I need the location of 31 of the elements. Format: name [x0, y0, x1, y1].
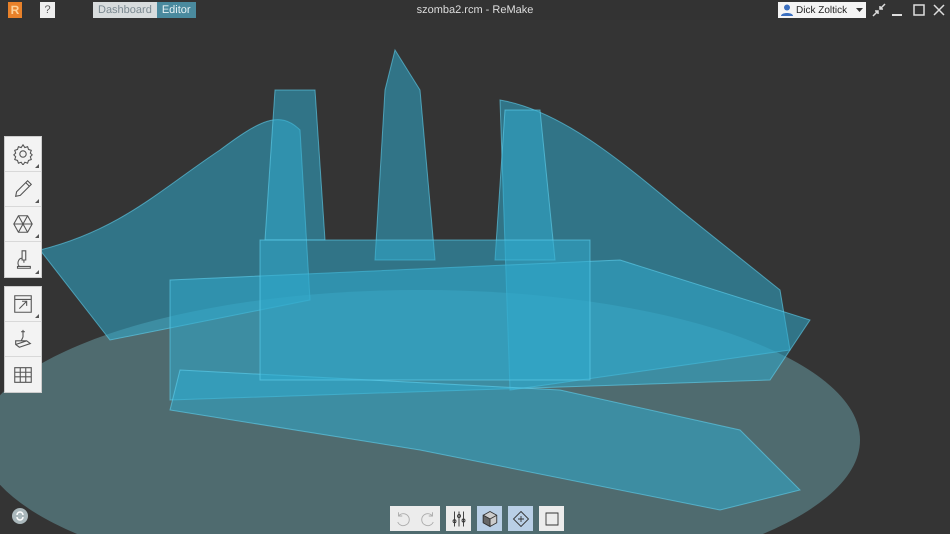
sliders-icon: [450, 510, 468, 528]
user-icon: [781, 4, 793, 16]
hexagon-icon: [12, 213, 34, 235]
cube-icon: [480, 510, 498, 528]
sync-icon[interactable]: [12, 508, 28, 524]
redo-icon: [418, 510, 436, 528]
user-name: Dick Zoltick: [796, 4, 848, 16]
square-icon: [542, 510, 560, 528]
user-dropdown[interactable]: Dick Zoltick: [778, 2, 866, 18]
restore-icon: [872, 3, 886, 17]
close-button[interactable]: [932, 3, 946, 17]
maximize-icon: [912, 3, 926, 17]
restore-button[interactable]: [872, 3, 886, 17]
gear-icon: [12, 143, 34, 165]
caret-icon: [856, 8, 863, 12]
pencil-icon: [12, 178, 34, 200]
sliders-tool[interactable]: [446, 506, 471, 531]
crop-tool[interactable]: [539, 506, 564, 531]
window-title: szomba2.rcm - ReMake: [416, 4, 534, 16]
cube-tool[interactable]: [477, 506, 502, 531]
app-logo[interactable]: R: [8, 2, 22, 18]
help-button[interactable]: ?: [40, 2, 55, 18]
minimize-icon: [892, 14, 902, 16]
tab[interactable]: Dashboard: [93, 2, 157, 18]
tab[interactable]: Editor: [156, 2, 196, 18]
printer-stack-icon: [12, 328, 34, 350]
move-tool[interactable]: [508, 506, 533, 531]
close-icon: [932, 3, 946, 17]
export-window-icon: [12, 293, 34, 315]
maximize-button[interactable]: [912, 3, 926, 17]
move-arrows-icon: [512, 510, 530, 528]
